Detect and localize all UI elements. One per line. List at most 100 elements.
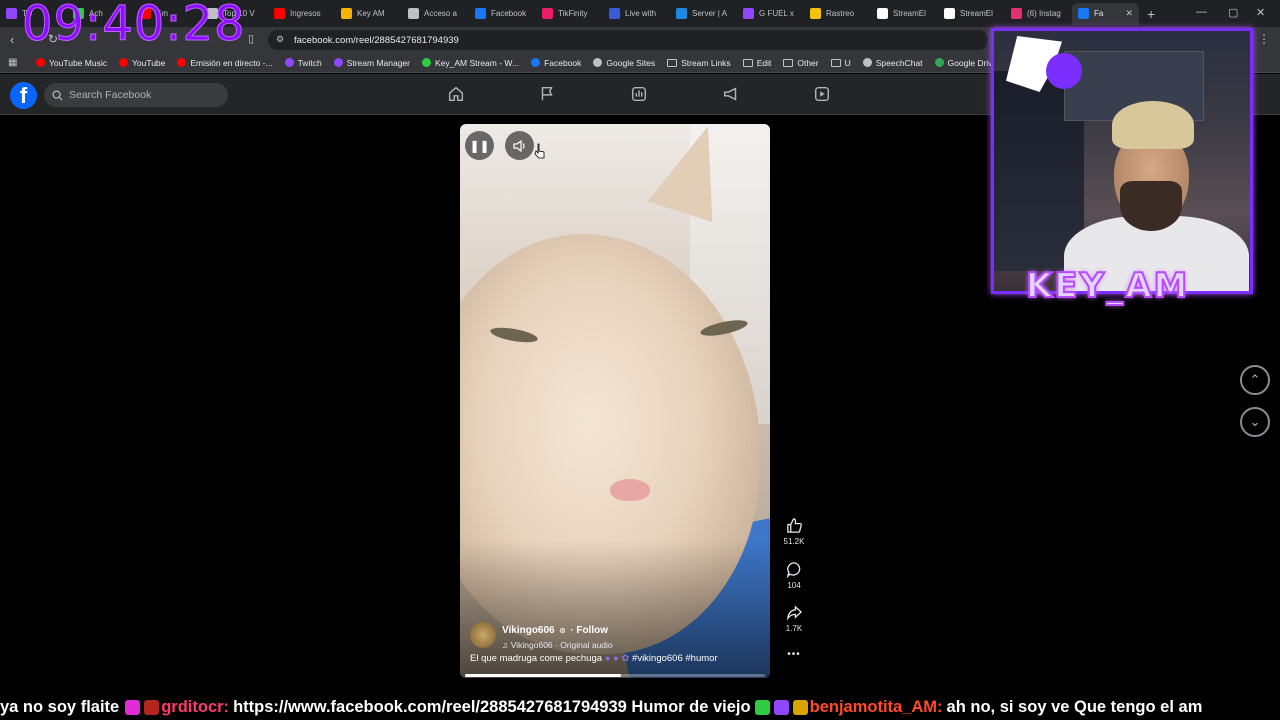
comment-icon <box>786 562 800 578</box>
tab-label: Facebook <box>491 9 527 18</box>
browser-tab[interactable]: Ingresos <box>268 3 335 25</box>
caption-text: El que madruga come pechuga <box>470 653 603 664</box>
tab-favicon-icon <box>877 8 888 19</box>
reel-caption: El que madruga come pechuga ● ● ✿ #vikin… <box>470 653 718 664</box>
bookmark-item[interactable]: U <box>825 58 857 68</box>
cam-beard <box>1120 181 1182 231</box>
url-input[interactable]: ⚙ facebook.com/reel/2885427681794939 <box>268 30 988 50</box>
browser-tab[interactable]: Key AM <box>335 3 402 25</box>
bookmark-label: SpeechChat <box>875 57 923 68</box>
flag-icon[interactable] <box>538 85 556 103</box>
browser-tab[interactable]: TikFinity <box>536 3 603 25</box>
home-icon[interactable] <box>447 85 465 103</box>
bookmark-item[interactable]: YouTube Music <box>30 58 113 68</box>
folder-icon <box>783 58 794 67</box>
bookmark-item[interactable]: YouTube <box>113 58 171 68</box>
bookmark-label: Google Drive <box>947 57 998 68</box>
tab-favicon-icon <box>810 8 821 19</box>
author-name[interactable]: Vikingo606 <box>502 625 555 636</box>
video-vignette <box>460 124 770 678</box>
follow-link[interactable]: · Follow <box>570 625 608 636</box>
ticker-text-1: ya no soy flaite <box>0 698 120 716</box>
bookmark-label: YouTube Music <box>49 57 107 68</box>
tab-favicon-icon <box>1078 8 1089 19</box>
ticker-user-1: grditocr: <box>161 698 230 716</box>
pause-button[interactable]: ❚❚ <box>465 131 494 160</box>
like-button[interactable]: 51.2K <box>782 517 806 546</box>
browser-tab[interactable]: Facebook <box>469 3 536 25</box>
new-tab-button[interactable]: + <box>1139 6 1163 22</box>
bookmark-icon[interactable]: ▯ <box>248 32 254 45</box>
like-count: 51.2K <box>783 537 805 546</box>
browser-tab[interactable]: (6) Instag <box>1005 3 1072 25</box>
site-info-icon[interactable]: ⚙ <box>276 34 284 45</box>
speaker-icon <box>512 139 525 152</box>
tab-label: Rastreo <box>826 9 855 18</box>
back-icon[interactable]: ‹ <box>10 32 14 47</box>
tab-favicon-icon <box>1011 8 1022 19</box>
tab-favicon-icon <box>542 8 553 19</box>
apps-grid-icon[interactable]: ▦ <box>8 57 17 68</box>
browser-tab[interactable]: Rastreo <box>804 3 871 25</box>
bookmark-item[interactable]: Twitch <box>279 58 328 68</box>
browser-tab[interactable]: Fa ✕ <box>1072 2 1139 25</box>
browser-tab[interactable]: Server | A <box>670 3 737 25</box>
tab-favicon-icon <box>475 8 486 19</box>
tab-favicon-icon <box>676 8 687 19</box>
volume-button[interactable] <box>505 131 534 160</box>
check-badge-icon <box>754 700 770 715</box>
bookmark-item[interactable]: Stream Manager <box>328 58 416 68</box>
bookmark-label: U <box>844 57 851 68</box>
menu-icon[interactable]: ⋮ <box>1258 32 1270 46</box>
close-tab-icon[interactable]: ✕ <box>1125 8 1133 19</box>
audio-label[interactable]: ♫ Vikingo606 · Original audio <box>502 640 613 650</box>
close-window-icon[interactable]: ✕ <box>1256 6 1265 19</box>
browser-tab[interactable]: StreamEl <box>938 3 1005 25</box>
cam-hair <box>1112 101 1194 149</box>
stats-icon[interactable] <box>630 85 648 103</box>
bookmark-item[interactable]: Stream Links <box>661 58 737 68</box>
folder-icon <box>830 58 841 67</box>
tab-favicon-icon <box>743 8 754 19</box>
browser-tab[interactable]: Live with <box>603 3 670 25</box>
bookmark-item[interactable]: Facebook <box>525 58 587 68</box>
next-reel-button[interactable]: ⌄ <box>1240 407 1270 437</box>
bookmark-item[interactable]: Other <box>777 58 824 68</box>
bookmark-label: Emisión en directo -... <box>190 57 273 68</box>
tab-favicon-icon <box>274 8 285 19</box>
like-icon <box>786 518 802 533</box>
bookmark-label: Edit <box>756 57 772 68</box>
bookmark-item[interactable]: SpeechChat <box>857 58 929 68</box>
bookmark-item[interactable]: Google Sites <box>587 58 661 68</box>
maximize-icon[interactable]: ▢ <box>1228 6 1238 19</box>
play-icon[interactable] <box>813 85 831 103</box>
comment-button[interactable]: 104 <box>782 561 806 590</box>
bookmark-favicon-icon <box>421 58 431 67</box>
bookmark-label: Other <box>797 57 819 68</box>
bookmark-item[interactable]: Edit <box>737 58 778 68</box>
more-options-button[interactable]: ••• <box>782 649 806 660</box>
search-input[interactable]: Search Facebook <box>44 83 228 107</box>
tab-label: Ingresos <box>290 9 321 18</box>
megaphone-icon[interactable] <box>722 85 740 103</box>
bookmark-label: Stream Links <box>681 57 731 68</box>
tab-favicon-icon <box>6 8 17 19</box>
chat-ticker: ya no soy flaite grditocr: https://www.f… <box>0 695 1280 720</box>
tab-favicon-icon <box>341 8 352 19</box>
video-progress-bar[interactable] <box>465 674 765 677</box>
browser-tab[interactable]: G FUEL x <box>737 3 804 25</box>
facebook-logo-icon[interactable]: f <box>10 82 37 109</box>
bookmark-item[interactable]: Key_AM Stream - W... <box>416 58 525 68</box>
caption-hashtags[interactable]: #vikingo606 #humor <box>632 653 718 664</box>
browser-tab[interactable]: StreamEl <box>871 3 938 25</box>
bookmark-item[interactable]: Emisión en directo -... <box>171 58 278 68</box>
reel-video[interactable] <box>460 124 770 678</box>
minimize-icon[interactable]: — <box>1196 6 1207 18</box>
stream-clock: 09:40:28 <box>22 0 246 53</box>
share-button[interactable]: 1.7K <box>782 604 806 633</box>
mouse-cursor-icon <box>534 143 545 159</box>
previous-reel-button[interactable]: ⌃ <box>1240 365 1270 395</box>
browser-tab[interactable]: Acceso a <box>402 3 469 25</box>
reel-author[interactable]: Vikingo606 ⊛ · Follow ♫ Vikingo606 · Ori… <box>470 620 613 650</box>
author-avatar[interactable] <box>470 622 496 648</box>
